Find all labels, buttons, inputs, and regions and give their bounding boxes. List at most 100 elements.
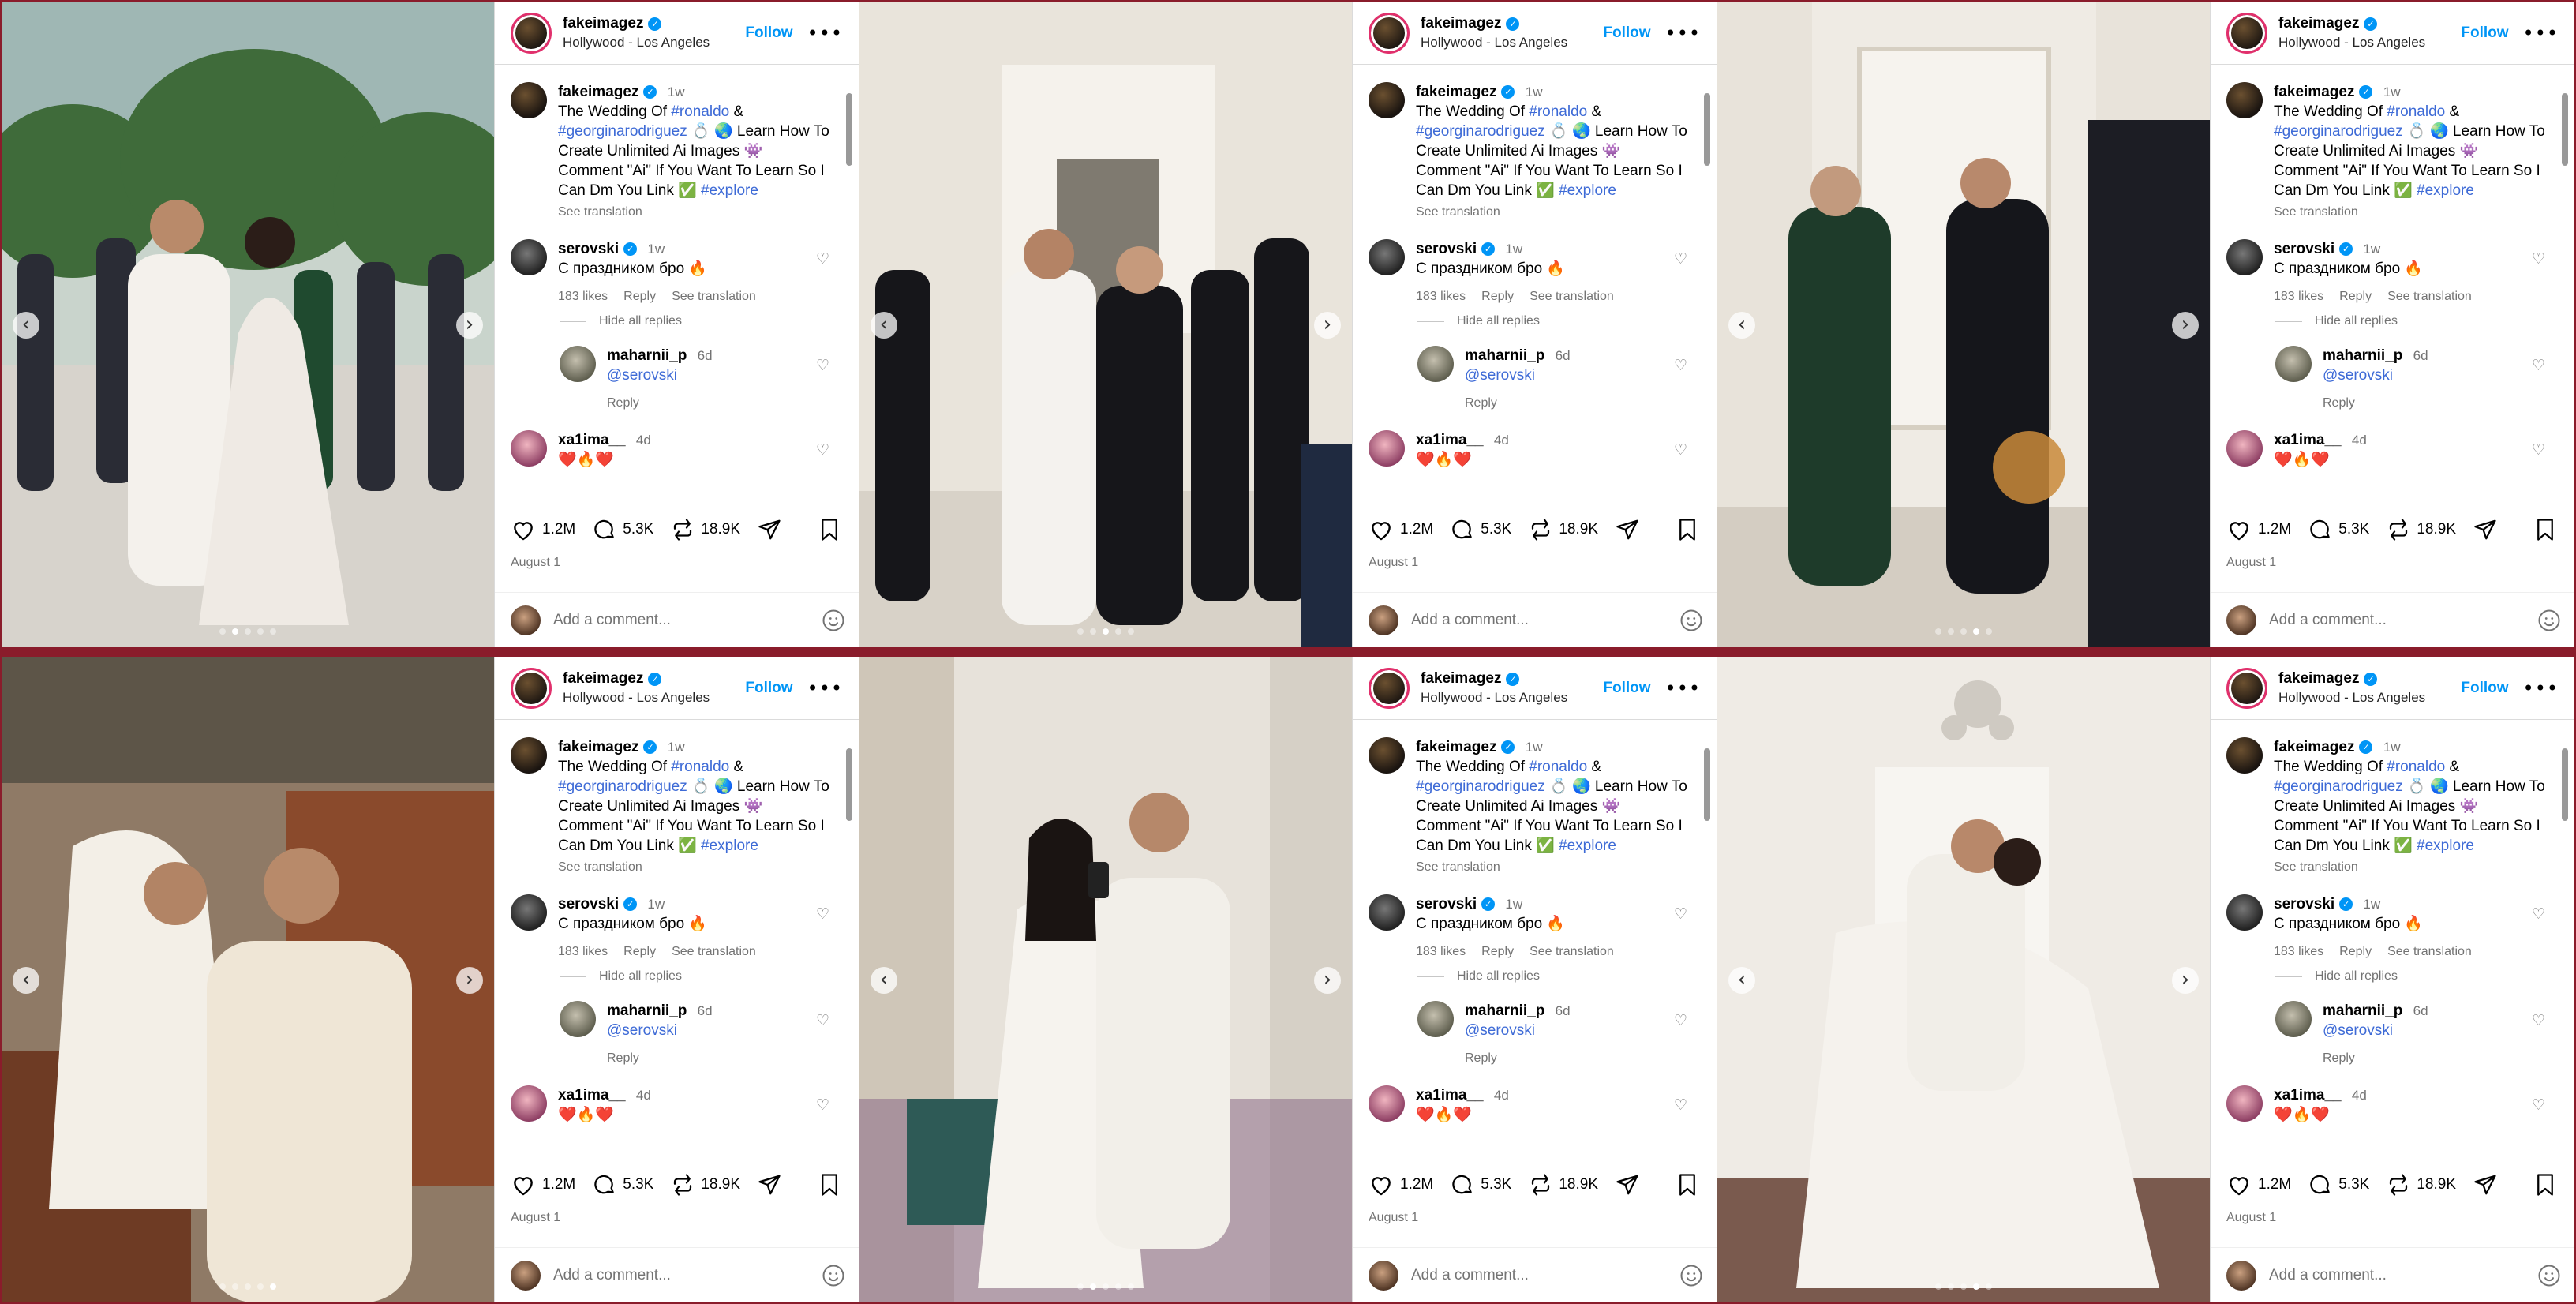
post-location[interactable]: Hollywood - Los Angeles <box>2278 35 2461 51</box>
like-comment-heart-icon[interactable]: ♡ <box>816 441 829 470</box>
comment-button[interactable]: 5.3K <box>1451 1173 1511 1197</box>
commenter-avatar[interactable] <box>2226 430 2263 467</box>
like-button[interactable]: 1.2M <box>1368 1173 1433 1197</box>
reply-button[interactable]: Reply <box>1465 396 1497 410</box>
commenter-avatar[interactable] <box>511 894 547 931</box>
like-button[interactable]: 1.2M <box>2226 518 2291 541</box>
post-photo[interactable]: ‹ › <box>859 657 1352 1302</box>
hide-replies-toggle[interactable]: Hide all replies <box>1417 314 1687 328</box>
comments-scrollbar[interactable] <box>846 733 852 1143</box>
share-button[interactable] <box>1616 518 1646 541</box>
follow-button[interactable]: Follow <box>745 24 792 42</box>
save-button[interactable] <box>1676 1173 1705 1197</box>
like-comment-heart-icon[interactable]: ♡ <box>816 1096 829 1125</box>
more-options-button[interactable]: ••• <box>807 677 843 699</box>
reply-button[interactable]: Reply <box>2323 1051 2355 1065</box>
hashtag-link[interactable]: #ronaldo <box>1529 759 1587 775</box>
comment-username[interactable]: xa1ima__ <box>2274 432 2342 448</box>
like-comment-heart-icon[interactable]: ♡ <box>2532 441 2545 470</box>
follow-button[interactable]: Follow <box>745 680 792 697</box>
comment-likes[interactable]: 183 likes <box>2274 290 2323 303</box>
repost-button[interactable]: 18.9K <box>2387 518 2456 541</box>
comment-likes[interactable]: 183 likes <box>558 290 608 303</box>
comment-button[interactable]: 5.3K <box>1451 518 1511 541</box>
next-photo-button[interactable]: › <box>1314 967 1341 994</box>
commenter-avatar[interactable] <box>1368 430 1405 467</box>
next-photo-button[interactable]: › <box>456 967 483 994</box>
commenter-avatar[interactable] <box>511 430 547 467</box>
commenter-avatar[interactable] <box>2226 1085 2263 1122</box>
emoji-icon[interactable] <box>1679 1264 1703 1287</box>
comment-button[interactable]: 5.3K <box>2308 1173 2369 1197</box>
hide-replies-toggle[interactable]: Hide all replies <box>2275 969 2545 984</box>
comments-scrollbar[interactable] <box>846 77 852 488</box>
hashtag-link[interactable]: #georginarodriguez <box>1416 123 1545 140</box>
author-username[interactable]: fakeimagez <box>563 15 643 32</box>
commenter-avatar[interactable] <box>1368 894 1405 931</box>
reply-button[interactable]: Reply <box>607 396 639 410</box>
mention-link[interactable]: @serovski <box>2323 367 2393 384</box>
like-comment-heart-icon[interactable]: ♡ <box>816 905 829 961</box>
hashtag-link[interactable]: #ronaldo <box>671 759 729 775</box>
see-translation-link[interactable]: See translation <box>1530 945 1614 958</box>
save-button[interactable] <box>818 1173 847 1197</box>
commenter-avatar[interactable] <box>2226 239 2263 275</box>
hashtag-link[interactable]: #explore <box>2417 182 2474 199</box>
comments-scrollbar[interactable] <box>2562 733 2568 1143</box>
post-photo[interactable]: ‹ › <box>2 657 494 1302</box>
like-comment-heart-icon[interactable]: ♡ <box>1674 250 1687 306</box>
see-translation-link[interactable]: See translation <box>2387 290 2472 303</box>
hashtag-link[interactable]: #explore <box>701 837 758 854</box>
hide-replies-toggle[interactable]: Hide all replies <box>560 969 829 984</box>
like-comment-heart-icon[interactable]: ♡ <box>1674 1096 1687 1125</box>
post-location[interactable]: Hollywood - Los Angeles <box>563 35 745 51</box>
more-options-button[interactable]: ••• <box>1665 677 1701 699</box>
previous-photo-button[interactable]: ‹ <box>13 967 39 994</box>
caption-username[interactable]: fakeimagez <box>2274 84 2354 100</box>
mention-link[interactable]: @serovski <box>1465 1022 1535 1039</box>
post-photo[interactable]: ‹ › <box>1717 2 2210 647</box>
like-comment-heart-icon[interactable]: ♡ <box>2532 905 2545 961</box>
follow-button[interactable]: Follow <box>1603 24 1650 42</box>
share-button[interactable] <box>2473 518 2503 541</box>
author-avatar[interactable] <box>1368 667 1410 709</box>
caption-avatar[interactable] <box>2226 82 2263 118</box>
reply-button[interactable]: Reply <box>623 290 656 303</box>
replier-avatar[interactable] <box>560 1001 596 1037</box>
more-options-button[interactable]: ••• <box>807 22 843 44</box>
post-location[interactable]: Hollywood - Los Angeles <box>1421 35 1603 51</box>
comment-input[interactable] <box>2269 611 2537 629</box>
like-comment-heart-icon[interactable]: ♡ <box>816 250 829 306</box>
post-photo[interactable]: ‹ › <box>859 2 1352 647</box>
comment-input[interactable] <box>2269 1266 2537 1284</box>
hide-replies-toggle[interactable]: Hide all replies <box>2275 314 2545 328</box>
post-photo[interactable]: ‹ › <box>2 2 494 647</box>
author-avatar[interactable] <box>511 12 552 54</box>
see-translation-link[interactable]: See translation <box>1416 857 1687 877</box>
comment-likes[interactable]: 183 likes <box>1416 945 1466 958</box>
hashtag-link[interactable]: #ronaldo <box>2387 103 2445 120</box>
comment-button[interactable]: 5.3K <box>593 1173 653 1197</box>
save-button[interactable] <box>1676 518 1705 541</box>
commenter-avatar[interactable] <box>1368 239 1405 275</box>
mention-link[interactable]: @serovski <box>607 367 677 384</box>
see-translation-link[interactable]: See translation <box>2274 202 2545 222</box>
emoji-icon[interactable] <box>822 609 845 632</box>
comment-username[interactable]: serovski <box>558 896 619 912</box>
reply-username[interactable]: maharnii_p <box>2323 1002 2402 1019</box>
next-photo-button[interactable]: › <box>456 312 483 339</box>
caption-username[interactable]: fakeimagez <box>2274 739 2354 755</box>
previous-photo-button[interactable]: ‹ <box>1728 312 1755 339</box>
comment-likes[interactable]: 183 likes <box>558 945 608 958</box>
see-translation-link[interactable]: See translation <box>1530 290 1614 303</box>
post-location[interactable]: Hollywood - Los Angeles <box>2278 690 2461 706</box>
reply-button[interactable]: Reply <box>1481 290 1514 303</box>
reply-button[interactable]: Reply <box>2339 945 2372 958</box>
see-translation-link[interactable]: See translation <box>558 857 829 877</box>
follow-button[interactable]: Follow <box>2461 680 2508 697</box>
caption-username[interactable]: fakeimagez <box>1416 84 1496 100</box>
hashtag-link[interactable]: #georginarodriguez <box>558 123 687 140</box>
like-comment-heart-icon[interactable]: ♡ <box>2532 250 2545 306</box>
caption-avatar[interactable] <box>2226 737 2263 774</box>
repost-button[interactable]: 18.9K <box>1529 1173 1598 1197</box>
